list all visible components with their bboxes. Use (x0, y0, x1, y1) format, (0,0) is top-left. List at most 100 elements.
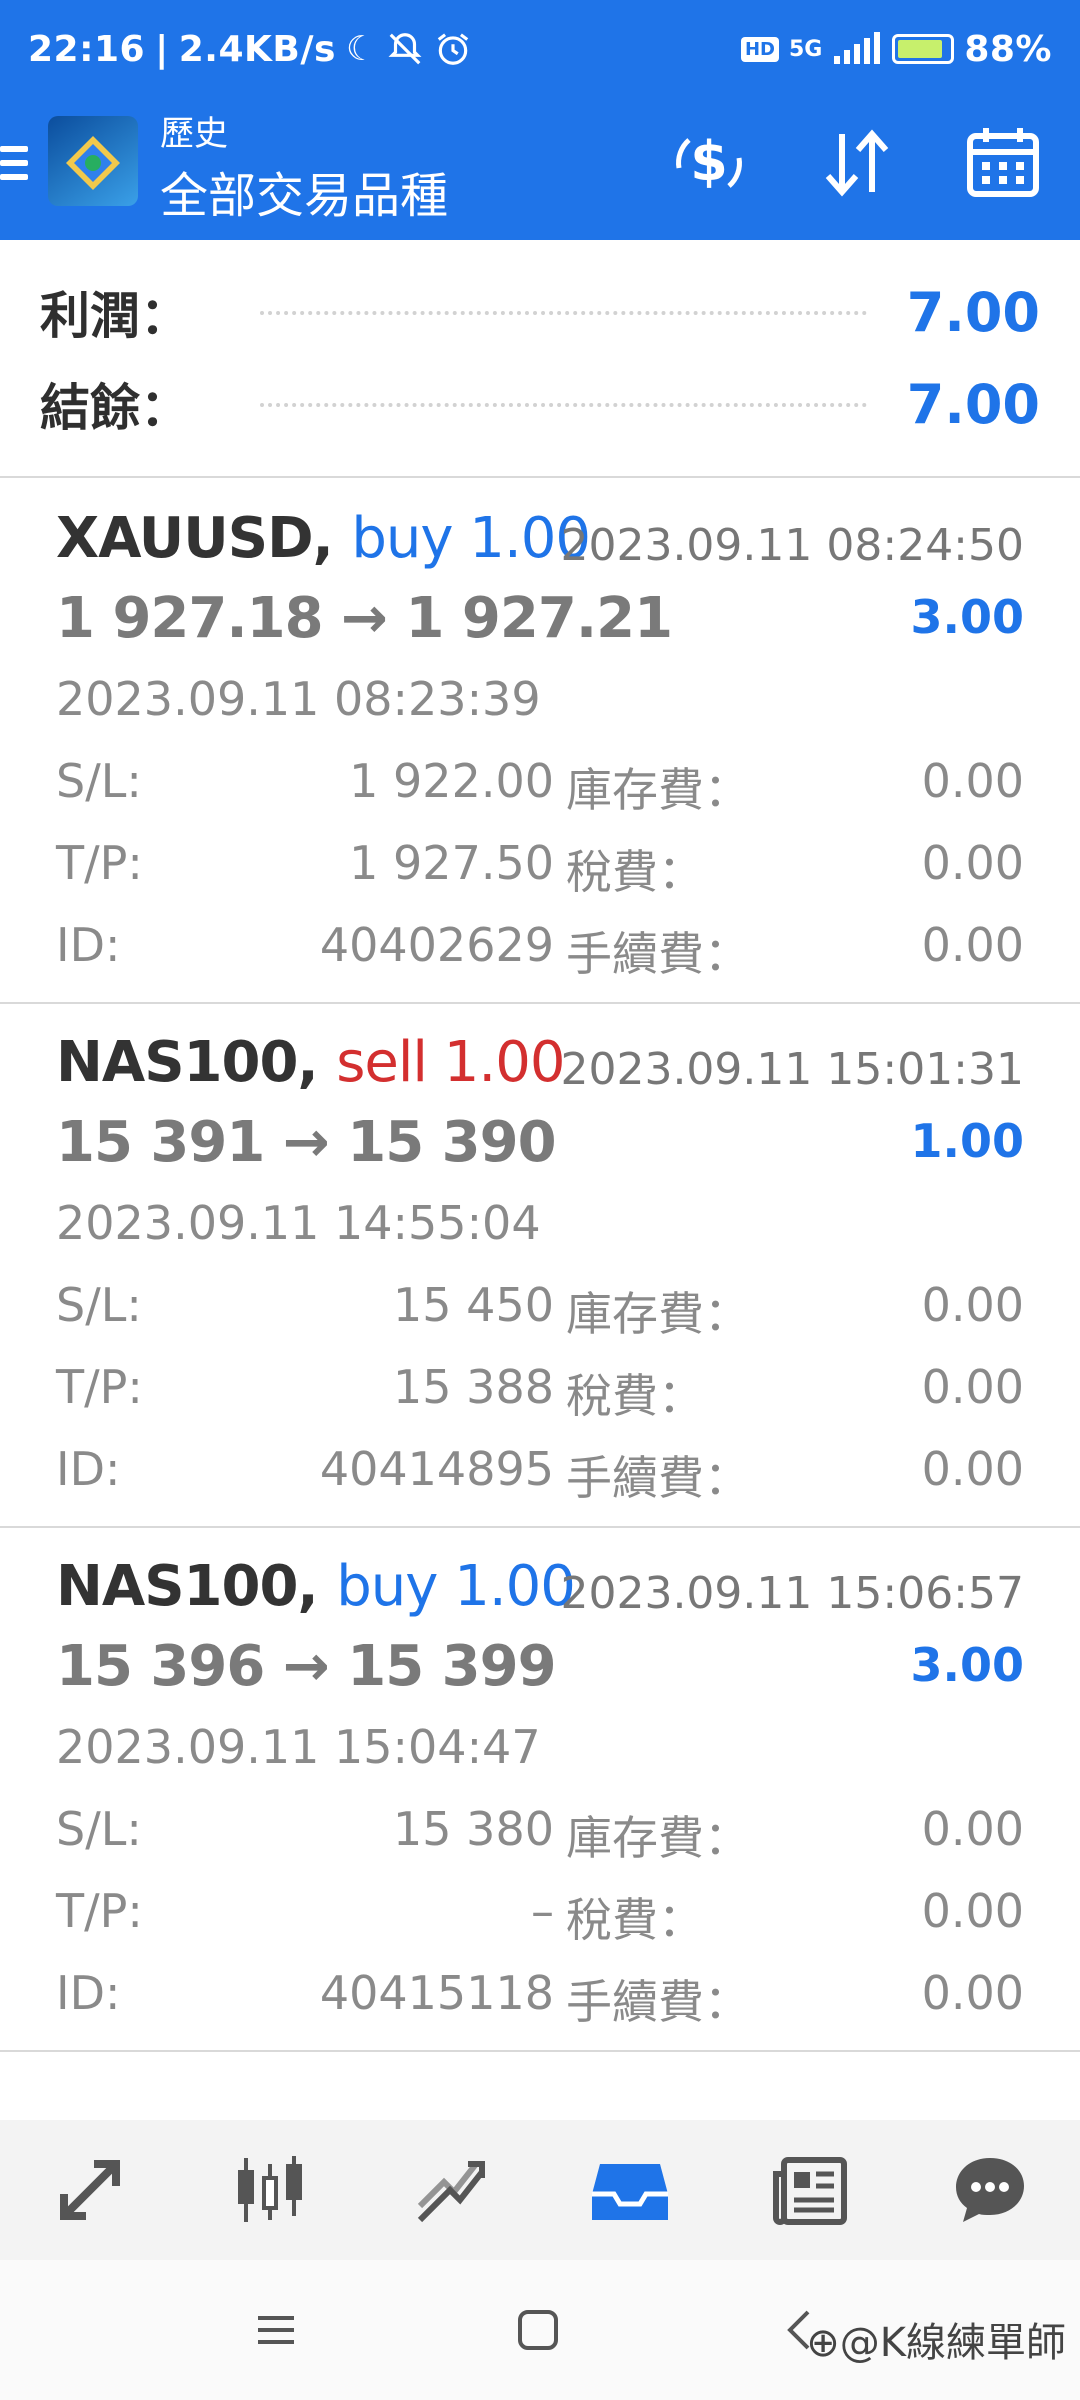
balance-value: 7.00 (906, 372, 1040, 436)
id-label: ID: (56, 1966, 121, 2020)
sl-row: S/L: 15 450 庫存費： 0.00 (56, 1278, 1024, 1358)
balance-dots (260, 401, 867, 407)
svg-text:$: $ (690, 130, 728, 193)
trade-side: buy 1.00 (351, 506, 591, 571)
id-label: ID: (56, 918, 121, 972)
nav-news[interactable] (760, 2140, 860, 2240)
system-nav: ⊕@K線練單師 (0, 2260, 1080, 2400)
id-row: ID: 40415118 手續費： 0.00 (56, 1966, 1024, 2046)
swap-value: 0.00 (921, 1278, 1024, 1332)
profit-dots (260, 309, 867, 315)
sl-label: S/L: (56, 754, 142, 808)
trade-profit: 1.00 (910, 1114, 1025, 1168)
balance-row: 結餘： 7.00 (40, 358, 1040, 450)
balance-label: 結餘： (40, 379, 190, 437)
trade-item[interactable]: NAS100, sell 1.00 2023.09.11 15:01:31 15… (0, 1002, 1080, 1528)
status-right: HD 5G 88% (740, 28, 1052, 70)
commission-label: 手續費： (566, 1975, 750, 2029)
status-left: 22:16 | 2.4KB/s ☾ (28, 29, 472, 70)
commission-value: 0.00 (921, 918, 1024, 972)
trade-side: buy 1.00 (336, 1554, 576, 1619)
sl-row: S/L: 15 380 庫存費： 0.00 (56, 1802, 1024, 1882)
commission-label: 手續費： (566, 1451, 750, 1505)
trade-header: NAS100, sell 1.00 (56, 1030, 565, 1095)
dollar-refresh-icon[interactable]: $ (664, 118, 754, 208)
sl-value: 15 450 (393, 1278, 554, 1332)
trade-close-time: 2023.09.11 08:24:50 (560, 520, 1024, 571)
tp-value: – (531, 1884, 554, 1938)
trade-symbol: NAS100, (56, 1030, 319, 1095)
tp-label: T/P: (56, 836, 143, 890)
nav-trade[interactable] (400, 2140, 500, 2240)
commission-value: 0.00 (921, 1966, 1024, 2020)
profit-label: 利潤： (40, 287, 190, 345)
taxes-label: 稅費： (566, 845, 704, 899)
trade-prices: 15 396 → 15 399 (56, 1634, 557, 1699)
battery-shell (892, 34, 955, 64)
sl-value: 1 922.00 (349, 754, 554, 808)
calendar-icon[interactable] (958, 118, 1048, 208)
watermark: ⊕@K線練單師 (806, 2320, 1066, 2366)
quotes-icon (60, 2160, 120, 2220)
bottom-nav (0, 2120, 1080, 2260)
battery-icon (892, 34, 955, 64)
tp-value: 15 388 (393, 1360, 554, 1414)
trade-symbol: XAUUSD, (56, 506, 334, 571)
nav-quotes[interactable] (40, 2140, 140, 2240)
profit-value: 7.00 (906, 280, 1040, 344)
hd-icon: HD (740, 36, 779, 62)
moon-icon: ☾ (345, 29, 377, 69)
swap-label: 庫存費： (566, 1287, 750, 1341)
network-speed: 2.4KB/s (178, 28, 336, 70)
tp-label: T/P: (56, 1360, 143, 1414)
id-row: ID: 40414895 手續費： 0.00 (56, 1442, 1024, 1522)
id-value: 40414895 (319, 1442, 554, 1496)
sort-icon[interactable] (812, 118, 902, 208)
trade-header: XAUUSD, buy 1.00 (56, 506, 591, 571)
battery-fill (898, 40, 942, 58)
sl-row: S/L: 1 922.00 庫存費： 0.00 (56, 754, 1024, 834)
trade-item[interactable]: XAUUSD, buy 1.00 2023.09.11 08:24:50 1 9… (0, 478, 1080, 1004)
news-icon (773, 2157, 847, 2225)
nav-chat[interactable] (940, 2140, 1040, 2240)
taxes-value: 0.00 (921, 1884, 1024, 1938)
chat-icon (956, 2158, 1024, 2222)
status-time: 22:16 (28, 28, 146, 70)
app-bar: 歷史 全部交易品種 $ (0, 98, 1080, 240)
tp-row: T/P: 15 388 稅費： 0.00 (56, 1360, 1024, 1440)
summary-panel: 利潤： 7.00 結餘： 7.00 (0, 240, 1080, 478)
history-icon (592, 2164, 668, 2220)
trade-prices: 15 391 → 15 390 (56, 1110, 557, 1175)
trade-side: sell 1.00 (336, 1030, 565, 1095)
nav-history[interactable] (580, 2140, 680, 2240)
nav-chart[interactable] (220, 2140, 320, 2240)
chart-icon (238, 2156, 302, 2222)
home-icon[interactable] (508, 2300, 568, 2360)
taxes-value: 0.00 (921, 1360, 1024, 1414)
tp-row: T/P: 1 927.50 稅費： 0.00 (56, 836, 1024, 916)
alarm-icon (438, 33, 469, 65)
app-title[interactable]: 全部交易品種 (160, 156, 448, 226)
trade-item[interactable]: NAS100, buy 1.00 2023.09.11 15:06:57 15 … (0, 1526, 1080, 2052)
trade-icon (417, 2161, 485, 2223)
battery-percent: 88% (964, 28, 1052, 70)
trade-prices: 1 927.18 → 1 927.21 (56, 586, 673, 651)
sl-label: S/L: (56, 1802, 142, 1856)
id-label: ID: (56, 1442, 121, 1496)
trade-symbol: NAS100, (56, 1554, 319, 1619)
tp-label: T/P: (56, 1884, 143, 1938)
app-logo-gem (66, 136, 120, 190)
trade-close-time: 2023.09.11 15:01:31 (560, 1044, 1024, 1095)
id-value: 40402629 (319, 918, 554, 972)
app-logo (48, 116, 138, 206)
signal-type: 5G (788, 36, 823, 62)
commission-value: 0.00 (921, 1442, 1024, 1496)
taxes-label: 稅費： (566, 1369, 704, 1423)
recent-apps-icon[interactable] (246, 2300, 306, 2360)
signal-icon (834, 32, 881, 64)
trade-profit: 3.00 (910, 1638, 1025, 1692)
trade-profit: 3.00 (910, 590, 1025, 644)
tp-row: T/P: – 稅費： 0.00 (56, 1884, 1024, 1964)
menu-icon[interactable] (0, 138, 28, 198)
trade-close-time: 2023.09.11 15:06:57 (560, 1568, 1024, 1619)
